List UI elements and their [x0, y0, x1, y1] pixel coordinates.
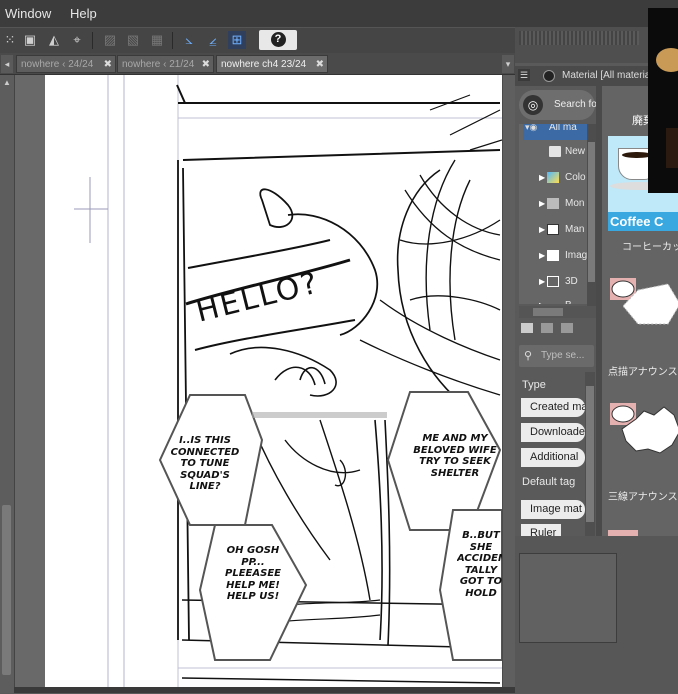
default-tag-label: Default tag	[522, 476, 576, 488]
special-ruler-snap-icon[interactable]: ⦤	[204, 31, 222, 49]
manga-icon	[547, 224, 559, 235]
material-thumb-partial[interactable]	[608, 530, 638, 536]
tree-item-image[interactable]: ▶ Imag	[519, 244, 587, 268]
menu-bar: Window Help	[0, 0, 678, 27]
toolbar-divider	[92, 32, 93, 49]
speech-bubble-text: B..BUT SHE ACCIDEN-TALLY GOT TO HOLD	[457, 530, 502, 599]
material-caption: コーヒーカッ	[622, 242, 678, 253]
scroll-up-icon[interactable]: ▲	[3, 78, 11, 87]
tree-item-new[interactable]: New	[519, 140, 587, 164]
toolbar: ⁙ ▣ ◭ ⌖ ▨ ▧ ▦ ⦣ ⦤ ⊞ ?	[0, 27, 515, 54]
filter-scrollbar[interactable]	[585, 372, 595, 536]
tree-item-3d[interactable]: ▶ 3D	[519, 270, 587, 294]
fill-icon[interactable]: ◭	[45, 31, 63, 49]
help-icon: ?	[270, 32, 286, 47]
tag-ruler-button[interactable]: Ruler	[521, 524, 561, 536]
manga-page[interactable]: HELLO? I..IS THIS CONNECTED TO TUNE SQUA…	[45, 75, 502, 687]
type-search-input[interactable]: ⚲ Type se...	[519, 345, 594, 367]
ruler-snap-icon[interactable]: ⦣	[180, 31, 198, 49]
material-thumb-spike-balloon[interactable]	[608, 401, 678, 461]
toolbar-divider	[172, 32, 173, 49]
material-search-button[interactable]: ◎ Search for	[519, 90, 600, 120]
tab-scroll-left-icon[interactable]: ◂	[1, 55, 13, 73]
grid-dots-icon[interactable]: ⁙	[1, 31, 19, 49]
coffee-bean-icon	[656, 48, 678, 72]
tree-toolbar	[519, 320, 596, 340]
filter-downloaded-button[interactable]: Downloaded	[521, 423, 585, 442]
speech-bubble-text: I..IS THIS CONNECTED TO TUNE SQUAD'S LIN…	[170, 435, 240, 492]
expand-icon[interactable]: ▶	[539, 294, 545, 304]
scroll-thumb[interactable]	[2, 505, 11, 675]
tree-scrollbar[interactable]	[587, 124, 596, 306]
tab-nowhere-21[interactable]: nowhere ‹ 21/24 ✖	[117, 55, 214, 73]
close-tab-icon[interactable]: ✖	[202, 56, 210, 72]
import-icon[interactable]	[541, 323, 553, 333]
transform-icon[interactable]: ⌖	[68, 31, 86, 49]
folder-open-icon: ▾◉	[525, 124, 538, 132]
tree-item-color[interactable]: ▶ Colo	[519, 166, 587, 190]
search-icon: ⚲	[524, 350, 533, 362]
color-icon	[547, 172, 559, 183]
filter-created-button[interactable]: Created ma	[521, 398, 585, 417]
expand-icon[interactable]: ▶	[539, 192, 545, 216]
expand-icon[interactable]: ▶	[539, 244, 545, 268]
document-tabs: ◂ nowhere ‹ 24/24 ✖ nowhere ‹ 21/24 ✖ no…	[0, 53, 515, 75]
tree-item-monochrome[interactable]: ▶ Mon	[519, 192, 587, 216]
material-caption: 三線アナウンス-アナウ	[608, 492, 678, 503]
expand-icon[interactable]: ▶	[539, 166, 545, 190]
type-label: Type	[522, 379, 546, 391]
left-scrollbar[interactable]: ▲	[0, 75, 15, 693]
coffee-photo-overlay	[648, 8, 678, 193]
tag-image-material-button[interactable]: Image mat	[521, 500, 585, 519]
close-tab-icon[interactable]: ✖	[104, 56, 112, 72]
speech-bubble-text: OH GOSH PP... PLEEASEE HELP ME! HELP US!	[225, 545, 281, 602]
close-tab-icon[interactable]: ✖	[316, 56, 324, 72]
crop-icon[interactable]: ▧	[124, 31, 142, 49]
material-thumb-dotted-balloon[interactable]	[608, 276, 678, 336]
material-tree: ▾◉ All ma New ▶ Colo ▶ Mon ▶ Man ▶ Imag …	[519, 124, 587, 304]
help-button[interactable]: ?	[259, 30, 297, 50]
delete-icon[interactable]	[561, 323, 573, 333]
material-icon	[543, 70, 555, 82]
filter-additional-button[interactable]: Additional	[521, 448, 585, 467]
tree-horizontal-scrollbar[interactable]	[519, 306, 596, 318]
move-layer-icon[interactable]: ▣	[21, 31, 39, 49]
cube-icon	[547, 276, 559, 287]
material-panel-title: Material [All materia	[562, 70, 651, 81]
monochrome-icon	[547, 198, 559, 209]
menu-help[interactable]: Help	[70, 6, 97, 21]
expand-icon[interactable]: ▶	[539, 218, 545, 242]
grid-snap-icon[interactable]: ⊞	[228, 31, 246, 49]
scroll-thumb[interactable]	[586, 386, 594, 522]
folder-icon	[549, 146, 561, 157]
scroll-thumb[interactable]	[533, 308, 563, 316]
scroll-thumb[interactable]	[588, 142, 595, 282]
panel-grip[interactable]	[519, 31, 639, 45]
material-caption: 点描アナウンス-アナウ	[608, 367, 678, 378]
tree-item-more[interactable]: ▶ B	[519, 294, 587, 304]
panel-menu-icon[interactable]: ☰	[518, 69, 530, 81]
new-folder-icon[interactable]	[521, 323, 533, 333]
clear-selection-icon[interactable]: ▨	[101, 31, 119, 49]
expand-icon[interactable]: ▶	[539, 270, 545, 294]
right-scrollbar[interactable]: ▼	[502, 75, 516, 694]
search-icon: ◎	[523, 95, 543, 115]
coffee-cup-icon	[666, 128, 678, 168]
tab-nowhere-24[interactable]: nowhere ‹ 24/24 ✖	[16, 55, 116, 73]
status-bar	[14, 687, 515, 693]
tree-item-manga[interactable]: ▶ Man	[519, 218, 587, 242]
tab-nowhere-ch4[interactable]: nowhere ch4 23/24 ✖	[216, 55, 328, 73]
selection-icon[interactable]: ▦	[148, 31, 166, 49]
menu-window[interactable]: Window	[5, 6, 51, 21]
tree-item-all[interactable]: ▾◉ All ma	[523, 124, 587, 140]
material-thumb-label: Coffee C	[608, 212, 678, 231]
tab-list-dropdown-icon[interactable]: ▾	[502, 55, 514, 73]
material-preview	[519, 553, 617, 643]
image-icon	[547, 250, 559, 261]
speech-bubble-text: ME AND MY BELOVED WIFE TRY TO SEEK SHELT…	[413, 433, 497, 479]
